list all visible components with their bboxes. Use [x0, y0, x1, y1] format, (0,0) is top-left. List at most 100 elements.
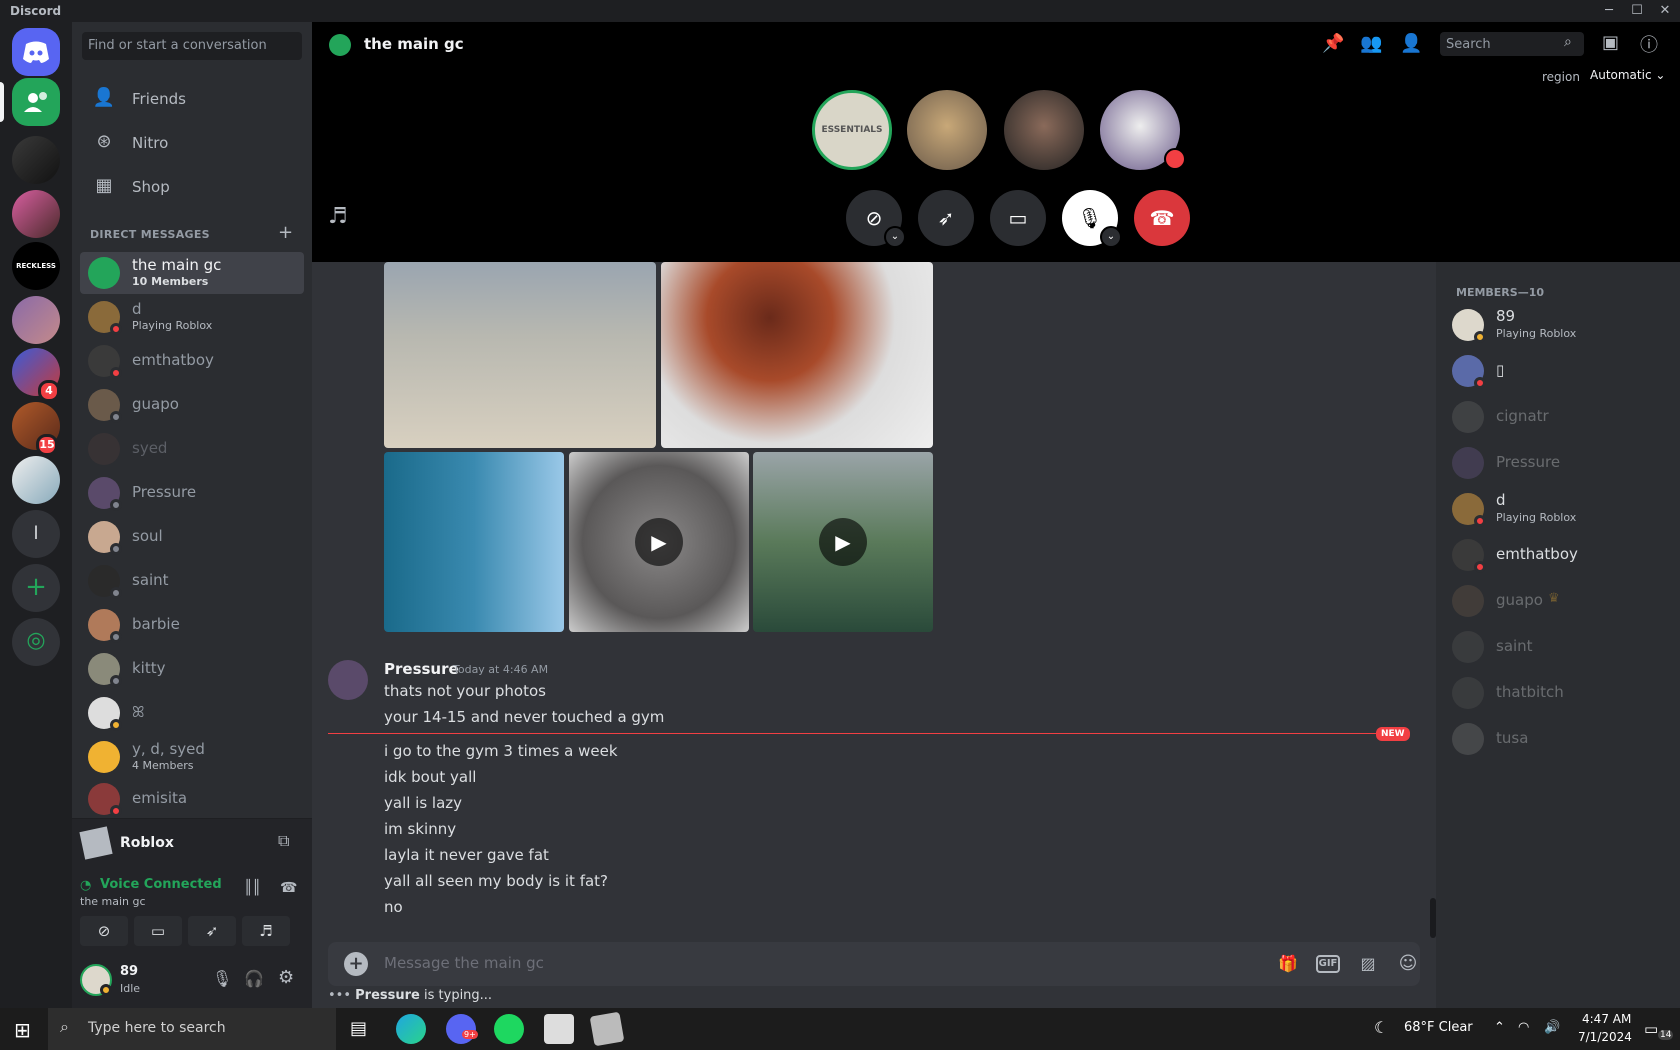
dm-item-barbie[interactable]: barbie — [80, 604, 304, 646]
explore-icon[interactable]: ◎ — [12, 618, 60, 666]
message-author[interactable]: Pressure — [384, 660, 459, 678]
image-food[interactable] — [661, 262, 933, 448]
video-button[interactable]: ⊘ — [80, 916, 128, 946]
disconnect-icon[interactable]: ☎ — [280, 880, 297, 896]
member-item[interactable]: d Playing Roblox — [1444, 488, 1672, 530]
leave-call-button[interactable]: ☎ — [1134, 190, 1190, 246]
dm-item-emthatboy[interactable]: emthatboy — [80, 340, 304, 382]
app-icon[interactable] — [544, 1014, 574, 1044]
notification-icon[interactable]: ▭ — [1644, 1020, 1658, 1038]
clock-date[interactable]: 7/1/2024 — [1578, 1030, 1632, 1044]
gif-icon[interactable]: GIF — [1316, 955, 1340, 973]
minimize-icon[interactable]: ─ — [1594, 2, 1624, 20]
gift-icon[interactable]: 🎁 — [1276, 952, 1300, 976]
spotify-icon[interactable] — [494, 1014, 524, 1044]
server-video[interactable] — [12, 456, 60, 504]
screenshare-button[interactable]: ▭ — [134, 916, 182, 946]
message-avatar[interactable] — [328, 660, 368, 700]
dm-item-soul[interactable]: soul — [80, 516, 304, 558]
screenshare-button[interactable]: ▭ — [990, 190, 1046, 246]
mic-icon[interactable]: 🎙 — [212, 969, 232, 988]
server-pink[interactable] — [12, 190, 60, 238]
image-sea[interactable] — [384, 452, 564, 632]
image-beach[interactable] — [384, 262, 656, 448]
dm-item-syed[interactable]: syed — [80, 428, 304, 470]
member-item[interactable]: emthatboy — [1444, 534, 1672, 576]
weather-text[interactable]: 68°F Clear — [1404, 1020, 1473, 1035]
call-participant-3[interactable] — [1004, 90, 1084, 170]
member-item[interactable]: 89 Playing Roblox — [1444, 304, 1672, 346]
emoji-icon[interactable]: ☺ — [1396, 952, 1420, 976]
activity-button[interactable]: ➶ — [188, 916, 236, 946]
camera-button[interactable]: ⊘ ⌄ — [846, 190, 906, 248]
tray-chevron-icon[interactable]: ⌃ — [1494, 1020, 1505, 1035]
add-friends-icon[interactable]: 👥 — [1360, 33, 1382, 54]
member-item[interactable]: Pressure — [1444, 442, 1672, 484]
windows-start-icon[interactable]: ⊞ — [14, 1018, 31, 1042]
discord-taskbar-icon[interactable] — [446, 1014, 476, 1044]
video-stones[interactable]: ▶ — [569, 452, 749, 632]
roblox-taskbar-icon[interactable] — [589, 1011, 625, 1047]
play-icon[interactable]: ▶ — [635, 518, 683, 566]
nav-shop[interactable]: ▦ Shop — [80, 166, 304, 208]
message-input[interactable]: Message the main gc — [384, 954, 544, 972]
nav-friends[interactable]: 👤 Friends — [80, 78, 304, 120]
dm-item-d[interactable]: d Playing Roblox — [80, 296, 304, 338]
dm-item-guapo[interactable]: guapo — [80, 384, 304, 426]
call-participant-1[interactable]: ESSENTIALS — [812, 90, 892, 170]
dm-item-symbol[interactable]: ꕤ — [80, 692, 304, 734]
maximize-icon[interactable]: ☐ — [1622, 2, 1652, 20]
task-view-icon[interactable]: ▤ — [350, 1018, 367, 1039]
voice-status[interactable]: Voice Connected — [100, 877, 222, 892]
server-l[interactable]: l — [12, 510, 60, 558]
taskbar-search-input[interactable]: ⌕ Type here to search — [48, 1008, 336, 1050]
pin-icon[interactable]: 📌 — [1322, 33, 1344, 54]
dm-item-pressure[interactable]: Pressure — [80, 472, 304, 514]
search-input[interactable]: Search ⌕ — [1440, 32, 1584, 56]
nav-nitro[interactable]: ⊛ Nitro — [80, 122, 304, 164]
stream-game-icon[interactable]: ⧉ — [278, 831, 289, 851]
wifi-icon[interactable]: ◠ — [1518, 1020, 1529, 1035]
edge-icon[interactable] — [396, 1014, 426, 1044]
dm-item-emisita[interactable]: emisita — [80, 778, 304, 820]
member-item[interactable]: guapo ♛ — [1444, 580, 1672, 622]
dm-item-main-gc[interactable]: the main gc 10 Members — [80, 252, 304, 294]
activity-button[interactable]: ➶ — [918, 190, 974, 246]
dm-item-saint[interactable]: saint — [80, 560, 304, 602]
server-reckless[interactable]: RECKLESS — [12, 242, 60, 290]
close-icon[interactable]: ✕ — [1650, 2, 1680, 20]
member-item[interactable]: tusa — [1444, 718, 1672, 760]
find-conversation-input[interactable]: Find or start a conversation — [82, 32, 302, 60]
sticker-icon[interactable]: ▨ — [1356, 952, 1380, 976]
attach-plus-icon[interactable]: + — [344, 952, 368, 976]
message-composer[interactable]: + Message the main gc 🎁 GIF ▨ ☺ — [328, 942, 1420, 986]
create-dm-icon[interactable]: + — [278, 222, 293, 243]
member-item[interactable]: cignatr — [1444, 396, 1672, 438]
dm-item-kitty[interactable]: kitty — [80, 648, 304, 690]
inbox-icon[interactable]: ▣ — [1602, 32, 1619, 53]
noise-suppression-icon[interactable]: ║║ — [244, 880, 261, 896]
member-item[interactable]: saint — [1444, 626, 1672, 668]
add-server-icon[interactable]: + — [12, 564, 60, 612]
call-participant-2[interactable] — [907, 90, 987, 170]
soundboard-icon[interactable]: ♬ — [328, 204, 348, 229]
help-icon[interactable]: ⓘ — [1640, 31, 1658, 57]
dm-item-group-yds[interactable]: y, d, syed 4 Members — [80, 736, 304, 778]
server-dark[interactable] — [12, 136, 60, 184]
region-select[interactable]: Automatic ⌄ — [1590, 68, 1665, 82]
member-item[interactable]: ▯ — [1444, 350, 1672, 392]
chevron-down-icon[interactable]: ⌄ — [1100, 226, 1122, 248]
active-dm-server[interactable] — [12, 78, 60, 126]
video-hills[interactable]: ▶ — [753, 452, 933, 632]
volume-icon[interactable]: 🔊 — [1544, 1020, 1560, 1035]
gear-icon[interactable]: ⚙ — [278, 967, 294, 988]
clock-time[interactable]: 4:47 AM — [1582, 1012, 1631, 1026]
members-icon[interactable]: 👤 — [1400, 33, 1422, 54]
server-friends[interactable] — [12, 296, 60, 344]
soundboard-button[interactable]: ♬ — [242, 916, 290, 946]
play-icon[interactable]: ▶ — [819, 518, 867, 566]
headphones-icon[interactable]: 🎧 — [244, 969, 264, 988]
mic-button[interactable]: 🎙 ⌄ — [1062, 190, 1122, 248]
chevron-down-icon[interactable]: ⌄ — [884, 226, 906, 248]
discord-home-button[interactable] — [12, 28, 60, 76]
